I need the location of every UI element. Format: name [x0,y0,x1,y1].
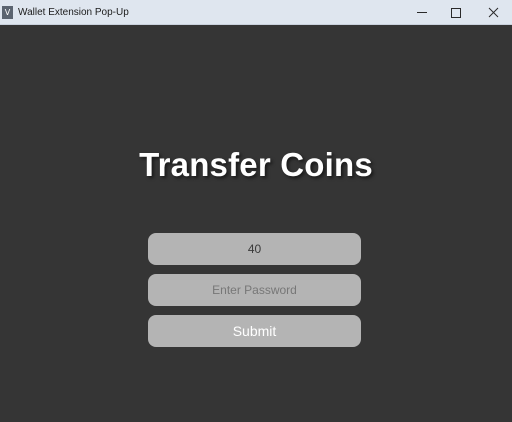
close-icon [488,7,499,18]
amount-input[interactable] [148,233,361,265]
page-title: Transfer Coins [139,146,373,183]
minimize-icon [417,12,427,13]
app-icon: V [2,6,13,19]
maximize-button[interactable] [438,0,474,24]
title-bar: V Wallet Extension Pop-Up [0,0,512,25]
minimize-button[interactable] [403,0,439,24]
popup-content: Transfer Coins Submit [0,25,512,422]
close-button[interactable] [476,0,512,24]
window-title: Wallet Extension Pop-Up [18,7,129,18]
maximize-icon [451,8,461,18]
password-input[interactable] [148,274,361,306]
submit-button[interactable]: Submit [148,315,361,347]
